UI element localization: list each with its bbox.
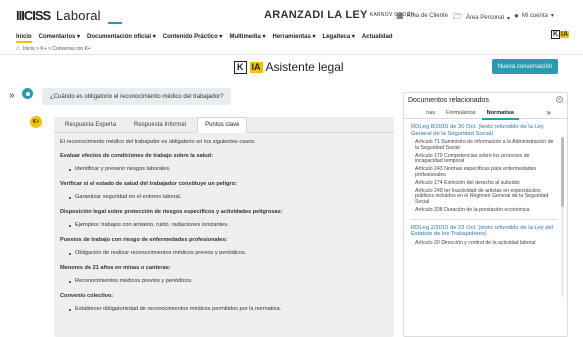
related-article-link[interactable]: Artículo 20 Dirección y control de la ac…: [411, 240, 557, 247]
section-title: Evaluar efectos de condiciones de trabaj…: [60, 153, 213, 159]
divider: [0, 54, 583, 55]
top-bar: IIICISS Laboral ARANZADI LA LEY KARNOV GR…: [0, 0, 583, 30]
related-doc-link[interactable]: RDLeg 8/2015 de 30 Oct. (texto refundido…: [411, 124, 557, 137]
related-article-link[interactable]: Artículo 338 Duración de la prestación e…: [411, 207, 557, 214]
assistant-answer: Respuesta Experta Respuesta Informal Pun…: [54, 117, 394, 337]
k-mark: K: [550, 30, 560, 39]
user-avatar: [22, 88, 33, 99]
ia-mark: IA: [560, 31, 569, 38]
nav-item-actualidad[interactable]: Actualidad: [362, 34, 393, 40]
related-tabs: nas Formularios Normativa »: [404, 107, 567, 120]
nav-item-documentacion[interactable]: Documentación oficial ▾: [87, 33, 156, 40]
tab-respuesta-experta[interactable]: Respuesta Experta: [58, 117, 123, 132]
breadcrumb: ⌂ Inicio > K+ > Conversa con K+: [16, 46, 91, 52]
double-chevron-right-icon[interactable]: »: [547, 108, 551, 117]
nav-label: Multimedia: [229, 34, 261, 40]
close-icon[interactable]: ✕: [556, 96, 563, 103]
tab-formularios[interactable]: Formularios: [446, 107, 476, 119]
answer-body: El reconocimiento médico del trabajador …: [54, 133, 394, 313]
list-item: Reconocimientos médicos previos y periód…: [69, 278, 388, 285]
breadcrumb-text[interactable]: Inicio > K+ > Conversa con K+: [23, 46, 91, 52]
nav-label: Documentación oficial: [87, 34, 152, 40]
nav-item-multimedia[interactable]: Multimedia ▾: [229, 33, 265, 40]
nav-item-contenido-practico[interactable]: Contenido Práctico ▾: [163, 33, 223, 40]
k-mark: K: [234, 60, 247, 74]
assistant-avatar: K+: [30, 116, 42, 128]
bullet-list: Garantizar seguridad en el entorno labor…: [69, 194, 388, 201]
answer-tabs: Respuesta Experta Respuesta Informal Pun…: [54, 117, 394, 133]
aranzadi-la-ley-logo[interactable]: ARANZADI LA LEY KARNOV GROUP: [264, 9, 415, 21]
related-article-link[interactable]: Artículo 243 Normas específicas para enf…: [411, 166, 557, 179]
list-item: Establecer obligatoriedad de reconocimie…: [69, 306, 388, 313]
bullet-list: Identificar y prevenir riesgos laborales…: [69, 166, 388, 173]
chevron-down-icon: ▾: [506, 15, 510, 22]
nav-label: Herramientas: [272, 34, 311, 40]
logo-product: Laboral: [56, 8, 101, 23]
folder-icon: 🗁: [453, 12, 463, 21]
related-header: Documentos relacionados ✕: [404, 93, 567, 107]
nav-label: Contenido Práctico: [162, 34, 218, 40]
nav-label: Legalteca: [322, 34, 351, 40]
area-personal-link[interactable]: 🗁 Área Personal ▾: [453, 11, 510, 25]
nav-item-comentarios[interactable]: Comentarios ▾: [39, 33, 80, 40]
related-list: RDLeg 8/2015 de 30 Oct. (texto refundido…: [404, 119, 567, 247]
main-nav: Inicio Comentarios ▾ Documentación ofici…: [0, 30, 583, 43]
page-title-text: Asistente legal: [265, 60, 344, 74]
bullet-list: Ejemplos: trabajos con amianto, ruido, r…: [69, 222, 388, 229]
bullet-list: Reconocimientos médicos previos y periód…: [69, 278, 388, 285]
area-cliente-link[interactable]: ▦ Área de Cliente: [396, 11, 448, 20]
partner-group: KARNOV GROUP: [369, 11, 415, 18]
bullet-list: Establecer obligatoriedad de reconocimie…: [69, 306, 388, 313]
related-title: Documentos relacionados: [408, 96, 489, 104]
section-title: Verificar si el estado de salud del trab…: [60, 181, 237, 187]
mi-cuenta-link[interactable]: ● Mi cuenta ▾: [514, 11, 554, 20]
tab-respuesta-informal[interactable]: Respuesta Informal: [127, 117, 193, 132]
nav-item-herramientas[interactable]: Herramientas ▾: [272, 33, 315, 40]
ia-mark: IA: [249, 61, 263, 73]
tab-normativa[interactable]: Normativa: [481, 107, 520, 120]
logo-brand: IIICISS: [16, 8, 51, 23]
answer-intro: El reconocimiento médico del trabajador …: [60, 139, 256, 145]
home-icon[interactable]: ⌂: [16, 46, 20, 52]
double-chevron-icon[interactable]: »: [9, 90, 15, 101]
bullet-list: Obligación de realizar reconocimientos m…: [69, 250, 388, 257]
section-title: Convenio colectivo:: [60, 293, 114, 299]
list-item: Obligación de realizar reconocimientos m…: [69, 250, 388, 257]
section-title: Disposición legal sobre protección de ri…: [60, 209, 283, 215]
partner-name: ARANZADI LA LEY: [264, 9, 368, 21]
list-item: Garantizar seguridad en el entorno labor…: [69, 194, 388, 201]
tab-sentencias[interactable]: nas: [426, 107, 435, 119]
area-personal-label: Área Personal: [465, 15, 504, 21]
building-icon: ▦: [396, 11, 404, 20]
ciss-laboral-logo[interactable]: IIICISS Laboral: [16, 8, 101, 23]
mi-cuenta-label: Mi cuenta: [521, 12, 548, 19]
chevron-down-icon: ▾: [550, 13, 554, 19]
tab-puntos-clave[interactable]: Puntos clave: [197, 117, 248, 133]
list-item: Identificar y prevenir riesgos laborales…: [69, 166, 388, 173]
section-title: Menores de 21 años en minas o canteras:: [60, 265, 171, 271]
list-item: Ejemplos: trabajos con amianto, ruido, r…: [69, 222, 388, 229]
related-documents-panel: Documentos relacionados ✕ nas Formulario…: [403, 92, 568, 337]
related-article-link[interactable]: Artículo 249 ter Inactividad de artistas…: [411, 188, 557, 206]
related-article-link[interactable]: Artículo 71 Suministro de información a …: [411, 139, 557, 152]
related-article-link[interactable]: Artículo 170 Competencias sobre los proc…: [411, 153, 557, 166]
user-icon: ●: [514, 11, 519, 20]
related-doc-link[interactable]: RDLeg 2/2015 de 23 Oct. (texto refundido…: [411, 225, 557, 238]
scrollbar-thumb[interactable]: [561, 137, 564, 207]
logo-underline: [108, 22, 122, 24]
section-title: Puestos de trabajo con riesgo de enferme…: [60, 237, 228, 243]
related-article-link[interactable]: Artículo 174 Extinción del derecho al su…: [411, 180, 557, 187]
nav-label: Comentarios: [38, 34, 76, 40]
k-ia-nav-logo[interactable]: K IA: [550, 30, 569, 39]
nav-item-legalteca[interactable]: Legalteca ▾: [323, 33, 355, 40]
area-cliente-label: Área de Cliente: [406, 12, 448, 19]
divider: [411, 218, 557, 220]
user-question: ¿Cuándo es obligatorio el reconocimiento…: [42, 88, 232, 105]
new-conversation-button[interactable]: Nueva conversación: [492, 59, 558, 74]
page-title: K IA Asistente legal: [234, 60, 344, 74]
nav-item-inicio[interactable]: Inicio: [16, 34, 32, 43]
